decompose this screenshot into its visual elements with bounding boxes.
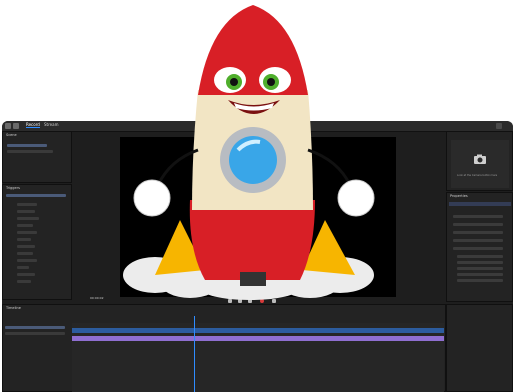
- property-row[interactable]: [453, 223, 503, 226]
- property-row[interactable]: [453, 231, 503, 234]
- tab-record[interactable]: Record: [26, 122, 40, 128]
- timecode: 00:00:02: [90, 296, 104, 300]
- menu-icon[interactable]: [13, 123, 19, 129]
- properties-panel: Properties: [446, 192, 513, 302]
- triggers-panel: Triggers: [2, 184, 72, 300]
- rocket-mascot-illustration: [123, 5, 375, 300]
- property-row[interactable]: [457, 267, 503, 270]
- property-row[interactable]: [453, 239, 503, 242]
- timeline-side-panel: [446, 304, 513, 392]
- app-logo-icon: [5, 123, 11, 129]
- layer-row[interactable]: [17, 273, 35, 276]
- triggers-panel-title: Triggers: [6, 186, 20, 190]
- layer-row[interactable]: [17, 266, 29, 269]
- layer-row[interactable]: [17, 259, 37, 262]
- layer-row[interactable]: [17, 217, 39, 220]
- layer-row[interactable]: [17, 245, 35, 248]
- timeline-layer-row[interactable]: [5, 332, 65, 335]
- tab-stream[interactable]: Stream: [44, 122, 58, 127]
- layer-row[interactable]: [17, 224, 33, 227]
- track-bar[interactable]: [72, 328, 444, 333]
- property-row[interactable]: [453, 215, 503, 218]
- scene-row[interactable]: [7, 144, 47, 147]
- timeline-tracks[interactable]: [72, 323, 444, 392]
- property-row[interactable]: [457, 261, 503, 264]
- layer-row[interactable]: [17, 238, 31, 241]
- layer-row[interactable]: [17, 231, 37, 234]
- scene-panel: Scene: [2, 131, 72, 183]
- layer-row[interactable]: [6, 194, 66, 197]
- camera-panel: Look at the Camera button here: [446, 131, 513, 191]
- properties-panel-title: Properties: [450, 194, 468, 198]
- window-controls-icon[interactable]: [496, 123, 502, 129]
- camera-preview[interactable]: Look at the Camera button here: [451, 140, 509, 188]
- property-row[interactable]: [457, 279, 503, 282]
- track-bar[interactable]: [72, 336, 444, 341]
- layer-row[interactable]: [17, 280, 31, 283]
- timeline-panel-title: Timeline: [6, 306, 21, 310]
- property-row[interactable]: [457, 255, 503, 258]
- layer-row[interactable]: [17, 210, 35, 213]
- scene-row[interactable]: [7, 150, 53, 153]
- timeline-layer-row[interactable]: [5, 326, 65, 329]
- layer-row[interactable]: [17, 252, 33, 255]
- layer-row[interactable]: [17, 203, 37, 206]
- playhead[interactable]: [194, 316, 195, 392]
- property-row[interactable]: [453, 247, 503, 250]
- camera-hint: Look at the Camera button here: [457, 174, 498, 177]
- camera-icon: [474, 154, 486, 164]
- property-row[interactable]: [457, 273, 503, 276]
- scene-panel-title: Scene: [6, 133, 17, 137]
- selected-object-header[interactable]: [449, 202, 511, 206]
